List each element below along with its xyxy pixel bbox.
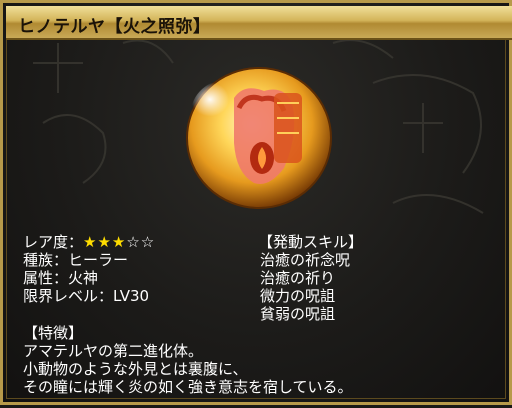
feature-header: 【特徴】: [23, 324, 84, 342]
skill-item: 治癒の祈り: [260, 269, 336, 287]
race-row: 種族：ヒーラー: [23, 251, 129, 269]
star-empty-icon: ☆☆: [126, 233, 156, 251]
feature-line: アマテルヤの第二進化体。: [23, 342, 204, 360]
rarity-stars: ★★★☆☆: [83, 233, 155, 251]
card-frame: ヒノテルヤ【火之照弥】 レア度：★★★☆☆ 種族：ヒーラー 属性：火神 限界レベ…: [0, 0, 512, 405]
level-limit-row: 限界レベル：LV30: [23, 287, 150, 305]
skill-list: 【発動スキル】 治癒の祈念呪 治癒の祈り 微力の呪詛 貧弱の呪詛: [258, 233, 363, 323]
skill-item: 治癒の祈念呪: [260, 251, 351, 269]
fire-spirit-orb-icon: [186, 67, 332, 209]
attribute-row: 属性：火神: [23, 269, 99, 287]
title-bar: ヒノテルヤ【火之照弥】: [6, 6, 512, 40]
feature-line: その瞳には輝く炎の如く強き意志を宿している。: [23, 378, 353, 396]
rarity-label: レア度：: [23, 233, 84, 251]
character-stats: レア度：★★★☆☆ 種族：ヒーラー 属性：火神 限界レベル：LV30: [23, 233, 155, 305]
feature-line: 小動物のような外見とは裏腹に、: [23, 360, 248, 378]
star-filled-icon: ★★★: [83, 233, 127, 251]
feature-description: 【特徴】 アマテルヤの第二進化体。 小動物のような外見とは裏腹に、 その瞳には輝…: [23, 324, 353, 396]
skill-header: 【発動スキル】: [258, 233, 364, 251]
skill-item: 微力の呪詛: [260, 287, 336, 305]
skill-item: 貧弱の呪詛: [260, 305, 336, 323]
rarity-row: レア度：★★★☆☆: [23, 233, 155, 251]
character-name: ヒノテルヤ【火之照弥】: [18, 17, 211, 37]
